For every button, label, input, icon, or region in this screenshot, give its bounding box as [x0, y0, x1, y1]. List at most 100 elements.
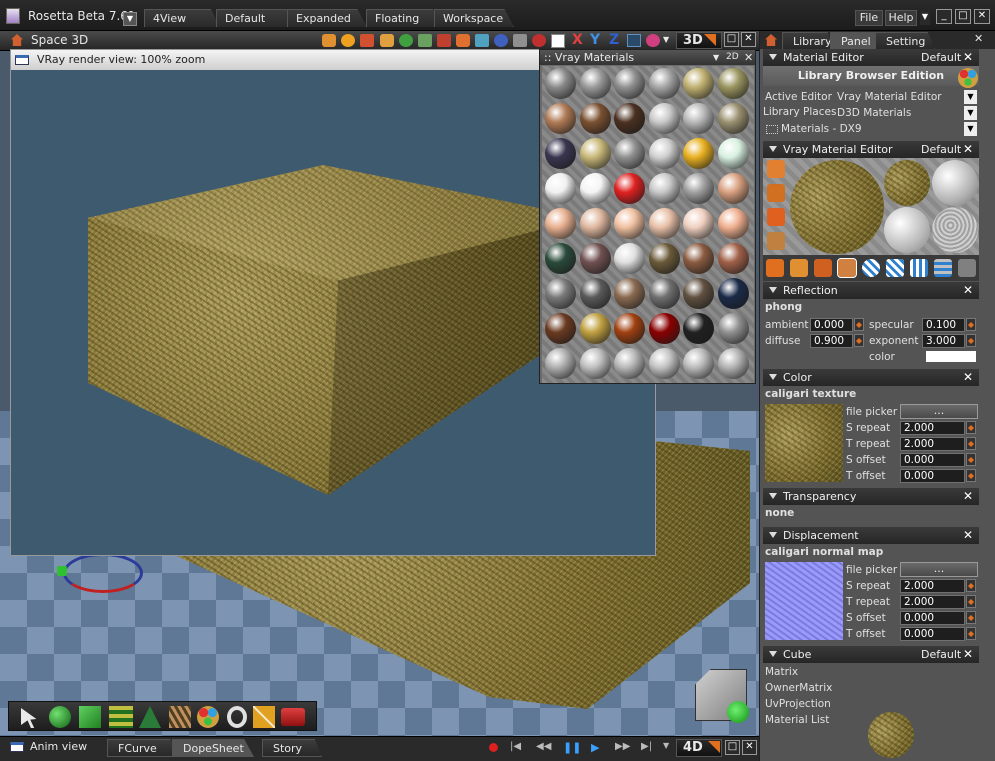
material-ball[interactable]: [579, 173, 611, 204]
material-ball[interactable]: [545, 243, 576, 274]
eyedropper-tool-icon[interactable]: [767, 232, 785, 250]
anim-dropdown-icon[interactable]: ▼: [663, 741, 676, 754]
material-ball[interactable]: [614, 208, 645, 239]
material-editor-header[interactable]: Material Editor Default ✕: [763, 49, 979, 66]
color-s-offset-spinner[interactable]: [966, 453, 976, 466]
manipulator-gizmo[interactable]: [63, 553, 143, 593]
material-ball[interactable]: [648, 313, 680, 344]
reflection-color-swatch[interactable]: [926, 351, 976, 362]
tab-expanded[interactable]: Expanded: [287, 9, 367, 27]
pointer-icon[interactable]: [21, 708, 37, 728]
sphere-primitive-icon[interactable]: [49, 706, 71, 728]
cube-primitive-icon[interactable]: [79, 706, 101, 728]
material-ball[interactable]: [579, 313, 611, 344]
menu-file[interactable]: File: [855, 10, 883, 26]
last-frame-icon[interactable]: ▶|: [641, 741, 654, 754]
render-icon[interactable]: [646, 34, 660, 47]
material-ball[interactable]: [717, 348, 749, 379]
material-ball[interactable]: [683, 348, 714, 379]
modeling-icon[interactable]: [139, 706, 161, 728]
material-ball[interactable]: [545, 278, 576, 309]
material-editor-preset[interactable]: Default: [921, 49, 961, 66]
material-ball[interactable]: [545, 138, 576, 169]
first-frame-icon[interactable]: |◀: [510, 741, 523, 754]
vray-editor-preset[interactable]: Default: [921, 141, 961, 158]
preview-ball-small-4[interactable]: [932, 207, 978, 253]
help-dropdown-icon[interactable]: ▼: [920, 11, 930, 25]
tab-panel[interactable]: Panel: [830, 32, 882, 50]
pause-icon[interactable]: ❚❚: [563, 741, 581, 754]
active-editor-dropdown-icon[interactable]: ▼: [964, 90, 977, 104]
pan-icon[interactable]: [322, 34, 336, 47]
material-ball[interactable]: [683, 103, 714, 134]
color-close-icon[interactable]: ✕: [963, 369, 973, 386]
maximize-button[interactable]: □: [955, 9, 971, 24]
tab-dopesheet[interactable]: DopeSheet: [172, 739, 254, 757]
material-ball[interactable]: [579, 208, 611, 239]
cube-item-ownermatrix[interactable]: OwnerMatrix: [765, 682, 832, 694]
grid-icon[interactable]: [513, 34, 527, 47]
close-button[interactable]: ✕: [974, 9, 990, 24]
material-ball[interactable]: [717, 173, 749, 204]
local-axis-icon[interactable]: [551, 34, 565, 48]
view-cube-green-icon[interactable]: [727, 701, 749, 723]
shader-displacement-icon[interactable]: [837, 258, 857, 278]
material-ball[interactable]: [683, 173, 714, 204]
reflection-header[interactable]: Reflection ✕: [763, 282, 979, 299]
materials-dropdown-icon[interactable]: ▼: [964, 122, 977, 136]
diffuse-spinner[interactable]: [854, 334, 864, 347]
material-ball[interactable]: [717, 208, 749, 239]
light-icon[interactable]: [532, 34, 546, 47]
tab-floating[interactable]: Floating: [366, 9, 442, 27]
preview-ball-small-1[interactable]: [884, 160, 930, 206]
shader-bump-icon[interactable]: [862, 259, 880, 277]
play-icon[interactable]: ▶: [591, 741, 604, 754]
material-ball[interactable]: [614, 348, 645, 379]
exponent-spinner[interactable]: [966, 334, 976, 347]
specular-field[interactable]: 0.100: [922, 318, 965, 332]
cube-preset[interactable]: Default: [921, 646, 961, 663]
scale-icon[interactable]: [360, 34, 374, 47]
color-header[interactable]: Color ✕: [763, 369, 979, 386]
material-ball[interactable]: [614, 138, 645, 169]
disp-t-repeat-spinner[interactable]: [966, 595, 976, 608]
axis-icon[interactable]: [475, 34, 489, 47]
x-axis-icon[interactable]: X: [572, 32, 583, 48]
tab-4view[interactable]: 4View: [144, 9, 220, 27]
orbit-icon[interactable]: [399, 34, 413, 47]
shader-environment-icon[interactable]: [958, 259, 976, 277]
transparency-header[interactable]: Transparency ✕: [763, 488, 979, 505]
color-s-repeat-field[interactable]: 2.000: [900, 421, 965, 435]
material-ball[interactable]: [683, 313, 714, 344]
viewport-maximize-button[interactable]: □: [724, 32, 739, 47]
material-ball[interactable]: [579, 103, 611, 134]
toolbox-icon[interactable]: [281, 708, 305, 726]
minimize-button[interactable]: _: [936, 9, 952, 24]
material-ball[interactable]: [545, 103, 576, 134]
disp-s-offset-field[interactable]: 0.000: [900, 611, 965, 625]
material-ball[interactable]: [683, 278, 714, 309]
material-ball[interactable]: [683, 208, 714, 239]
y-axis-icon[interactable]: Y: [590, 32, 600, 48]
exponent-field[interactable]: 3.000: [922, 334, 965, 348]
hair-icon[interactable]: [169, 706, 191, 728]
animation-icon[interactable]: [253, 706, 275, 728]
disp-t-offset-spinner[interactable]: [966, 627, 976, 640]
z-axis-icon[interactable]: Z: [609, 32, 619, 48]
material-ball[interactable]: [614, 278, 645, 309]
deform-icon[interactable]: [109, 706, 133, 728]
material-ball[interactable]: [648, 68, 680, 99]
home-icon[interactable]: [11, 34, 23, 46]
cube-item-uvprojection[interactable]: UvProjection: [765, 698, 831, 710]
anim-close-button[interactable]: ✕: [742, 740, 757, 755]
material-ball[interactable]: [579, 138, 611, 169]
shader-color-icon[interactable]: [766, 259, 784, 277]
material-ball[interactable]: [717, 68, 749, 99]
shader-wave-icon[interactable]: [934, 259, 952, 277]
shader-reflection-icon[interactable]: [790, 259, 808, 277]
transparency-close-icon[interactable]: ✕: [963, 488, 973, 505]
material-ball[interactable]: [545, 173, 576, 204]
specular-spinner[interactable]: [966, 318, 976, 331]
material-ball[interactable]: [648, 278, 680, 309]
torus-icon[interactable]: [227, 706, 247, 728]
